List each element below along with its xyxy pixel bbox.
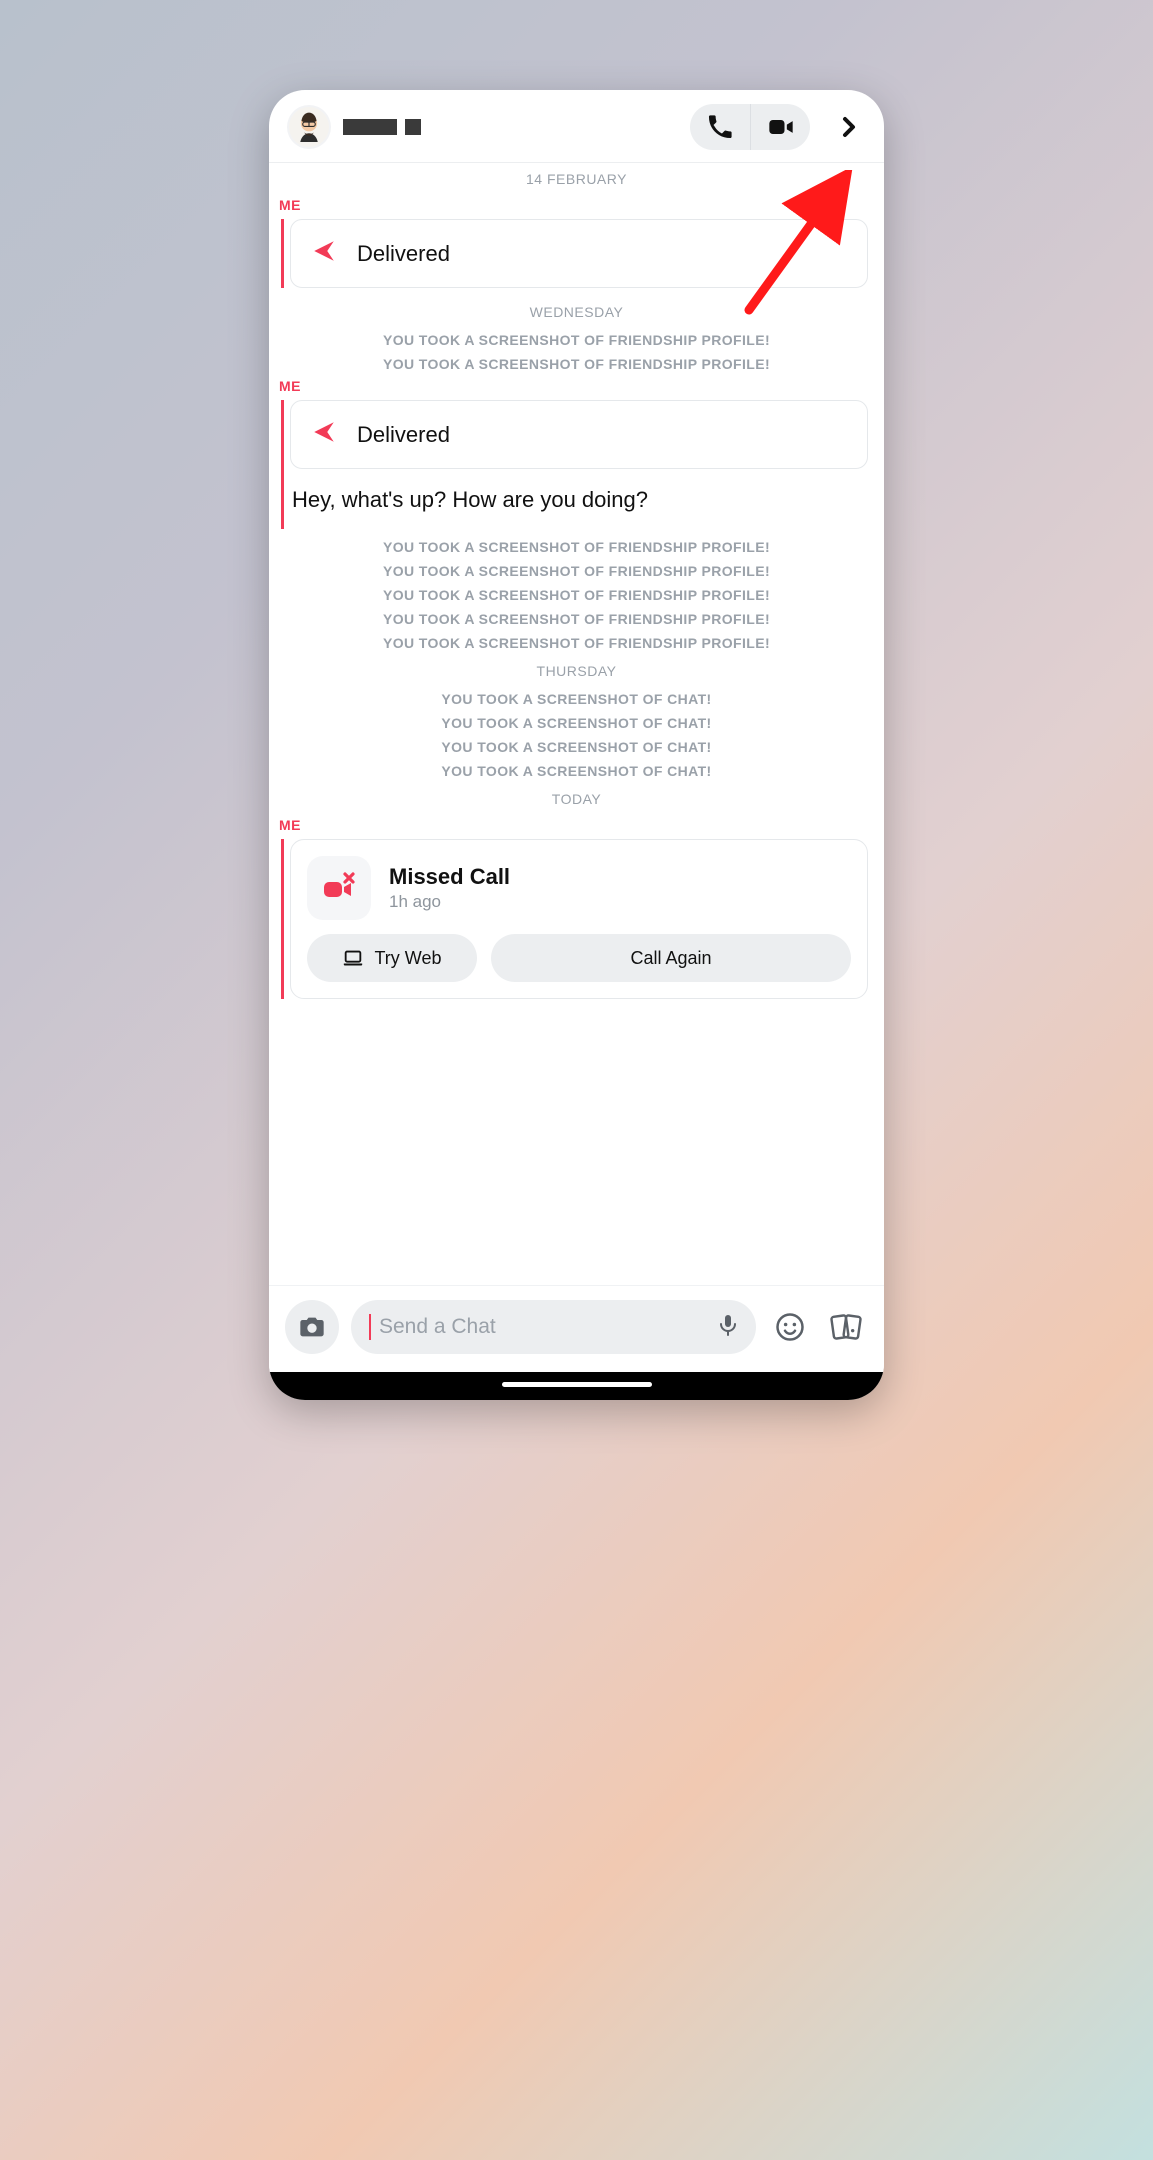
delivered-text: Delivered (357, 422, 450, 448)
laptop-icon (342, 947, 364, 969)
system-message: YOU TOOK A SCREENSHOT OF CHAT! (269, 735, 884, 759)
microphone-button[interactable] (716, 1313, 740, 1342)
chat-input[interactable]: Send a Chat (351, 1300, 756, 1354)
sender-label-me: ME (269, 195, 884, 215)
call-again-label: Call Again (630, 948, 711, 969)
chat-message[interactable]: Hey, what's up? How are you doing? (284, 477, 872, 529)
system-message: YOU TOOK A SCREENSHOT OF FRIENDSHIP PROF… (269, 631, 884, 655)
message-group: Delivered (281, 219, 872, 288)
video-call-button[interactable] (750, 104, 810, 150)
sender-label-me: ME (269, 376, 884, 396)
chat-header (269, 90, 884, 163)
system-message: YOU TOOK A SCREENSHOT OF FRIENDSHIP PROF… (269, 559, 884, 583)
redacted-name (343, 119, 397, 135)
system-message: YOU TOOK A SCREENSHOT OF CHAT! (269, 759, 884, 783)
missed-video-call-icon (307, 856, 371, 920)
chevron-right-icon (837, 115, 861, 139)
text-caret (369, 1314, 371, 1340)
profile-chevron-button[interactable] (832, 115, 866, 139)
call-again-button[interactable]: Call Again (491, 934, 851, 982)
chat-body[interactable]: 14 FEBRUARY ME Delivered WEDNESDAY YOU T… (269, 163, 884, 1285)
avatar[interactable] (287, 105, 331, 149)
video-icon (767, 113, 795, 141)
system-message: YOU TOOK A SCREENSHOT OF FRIENDSHIP PROF… (269, 328, 884, 352)
avatar-bitmoji-icon (289, 107, 329, 147)
phone-frame: 14 FEBRUARY ME Delivered WEDNESDAY YOU T… (269, 90, 884, 1400)
system-message: YOU TOOK A SCREENSHOT OF FRIENDSHIP PROF… (269, 535, 884, 559)
chat-footer: Send a Chat (269, 1285, 884, 1372)
gallery-button[interactable] (824, 1312, 868, 1342)
phone-icon (707, 114, 733, 140)
sent-snap-icon (311, 238, 337, 269)
system-message: YOU TOOK A SCREENSHOT OF FRIENDSHIP PROF… (269, 583, 884, 607)
try-web-button[interactable]: Try Web (307, 934, 477, 982)
sender-label-me: ME (269, 815, 884, 835)
chat-input-placeholder: Send a Chat (379, 1315, 496, 1339)
system-message: YOU TOOK A SCREENSHOT OF CHAT! (269, 711, 884, 735)
date-separator: THURSDAY (269, 655, 884, 687)
microphone-icon (716, 1313, 740, 1337)
missed-call-subtitle: 1h ago (389, 892, 510, 912)
contact-name[interactable] (343, 119, 421, 135)
redacted-name (405, 119, 421, 135)
message-group: Missed Call 1h ago Try Web Call Again (281, 839, 872, 999)
camera-icon (298, 1313, 326, 1341)
emoji-button[interactable] (768, 1312, 812, 1342)
system-message: YOU TOOK A SCREENSHOT OF FRIENDSHIP PROF… (269, 607, 884, 631)
call-buttons (690, 104, 810, 150)
home-indicator (269, 1372, 884, 1400)
snap-delivered-bubble[interactable]: Delivered (290, 400, 868, 469)
delivered-text: Delivered (357, 241, 450, 267)
date-separator: WEDNESDAY (269, 296, 884, 328)
gallery-cards-icon (829, 1312, 863, 1342)
camera-button[interactable] (285, 1300, 339, 1354)
missed-call-title: Missed Call (389, 864, 510, 890)
system-message: YOU TOOK A SCREENSHOT OF FRIENDSHIP PROF… (269, 352, 884, 376)
date-separator: TODAY (269, 783, 884, 815)
try-web-label: Try Web (374, 948, 441, 969)
system-message: YOU TOOK A SCREENSHOT OF CHAT! (269, 687, 884, 711)
smiley-icon (775, 1312, 805, 1342)
audio-call-button[interactable] (690, 104, 750, 150)
sent-snap-icon (311, 419, 337, 450)
date-separator: 14 FEBRUARY (269, 163, 884, 195)
message-group: Delivered Hey, what's up? How are you do… (281, 400, 872, 529)
snap-delivered-bubble[interactable]: Delivered (290, 219, 868, 288)
missed-call-card: Missed Call 1h ago Try Web Call Again (290, 839, 868, 999)
